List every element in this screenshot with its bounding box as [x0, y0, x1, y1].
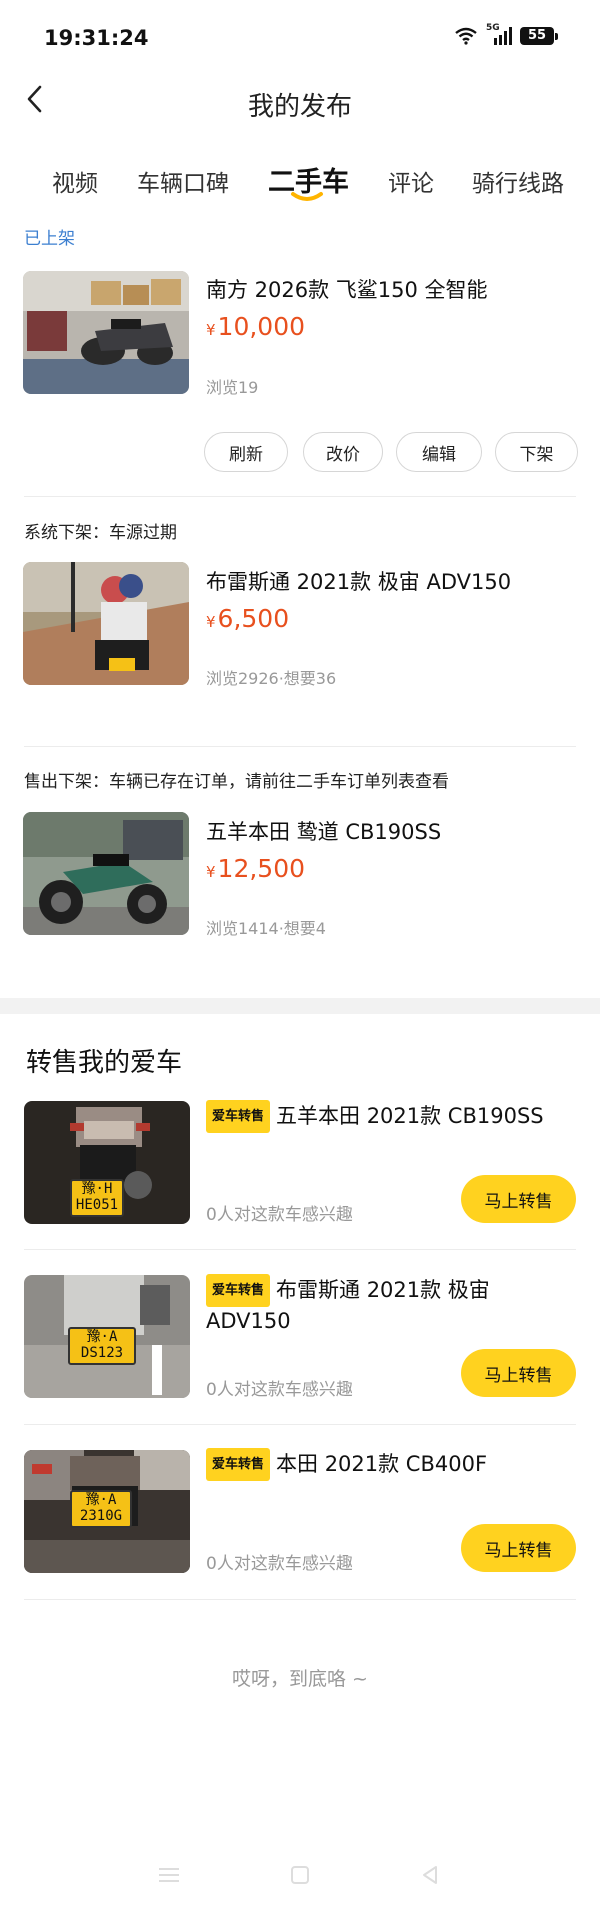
listing-thumbnail[interactable] — [23, 271, 189, 394]
page-title: 我的发布 — [247, 92, 352, 122]
battery-icon: 55 — [520, 27, 558, 45]
listing-thumbnail[interactable] — [23, 562, 189, 685]
plate-bottom: HE051 — [75, 1197, 119, 1213]
divider — [24, 1424, 576, 1425]
listing-title[interactable]: 五羊本田 鸷道 CB190SS — [206, 816, 441, 846]
license-plate: 豫·H HE051 — [70, 1179, 124, 1217]
tab-vehicle-reviews[interactable]: 车辆口碑 — [137, 164, 229, 198]
home-icon[interactable] — [290, 1865, 310, 1885]
currency-symbol: ¥ — [206, 613, 216, 631]
divider — [24, 746, 576, 747]
price-value: 10,000 — [217, 312, 306, 341]
menu-icon[interactable] — [158, 1866, 180, 1884]
divider — [24, 1599, 576, 1600]
listing-stats: 浏览1414·想要4 — [206, 919, 326, 938]
resale-heading: 转售我的爱车 — [26, 1048, 183, 1078]
resale-badge: 爱车转售 — [206, 1274, 271, 1307]
price-value: 6,500 — [217, 604, 290, 633]
resale-badge: 爱车转售 — [206, 1100, 271, 1133]
status-label-listed: 已上架 — [24, 229, 75, 249]
edit-button[interactable]: 编辑 — [396, 432, 482, 472]
resell-now-button[interactable]: 马上转售 — [461, 1349, 576, 1397]
status-label-system-delisted: 系统下架：车源过期 — [24, 523, 177, 543]
plate-bottom: DS123 — [80, 1345, 124, 1361]
license-plate: 豫·A 2310G — [70, 1490, 132, 1528]
resell-now-button[interactable]: 马上转售 — [461, 1524, 576, 1572]
wifi-icon — [455, 27, 477, 45]
active-tab-indicator — [291, 192, 323, 201]
change-price-button[interactable]: 改价 — [303, 432, 383, 472]
listing-price: ¥6,500 — [206, 604, 289, 633]
listing-title[interactable]: 南方 2026款 飞鲨150 全智能 — [206, 274, 488, 304]
listing-price: ¥10,000 — [206, 312, 305, 341]
signal-icon: 5G — [486, 23, 512, 46]
plate-top: 豫·H — [81, 1181, 113, 1197]
interest-count: 0人对这款车感兴趣 — [206, 1554, 353, 1574]
listing-stats: 浏览2926·想要36 — [206, 669, 337, 688]
resale-thumbnail[interactable]: 豫·A 2310G — [24, 1450, 190, 1573]
status-time: 19:31:24 — [44, 26, 149, 50]
tab-comments[interactable]: 评论 — [388, 164, 434, 198]
plate-top: 豫·A — [86, 1329, 118, 1345]
listing-title[interactable]: 布雷斯通 2021款 极宙 ADV150 — [206, 566, 511, 596]
status-label-sold-delisted: 售出下架：车辆已存在订单，请前往二手车订单列表查看 — [24, 772, 449, 792]
currency-symbol: ¥ — [206, 863, 216, 881]
divider — [24, 496, 576, 497]
plate-top: 豫·A — [85, 1492, 117, 1508]
resale-thumbnail[interactable]: 豫·A DS123 — [24, 1275, 190, 1398]
refresh-button[interactable]: 刷新 — [204, 432, 288, 472]
interest-count: 0人对这款车感兴趣 — [206, 1205, 353, 1225]
tab-videos[interactable]: 视频 — [52, 164, 98, 198]
resell-now-button[interactable]: 马上转售 — [461, 1175, 576, 1223]
section-separator — [0, 998, 600, 1014]
interest-count: 0人对这款车感兴趣 — [206, 1380, 353, 1400]
resale-title[interactable]: 爱车转售 本田 2021款 CB400F — [206, 1448, 576, 1481]
listing-thumbnail[interactable] — [23, 812, 189, 935]
resale-thumbnail[interactable]: 豫·H HE051 — [24, 1101, 190, 1224]
resale-title-text: 五羊本田 2021款 CB190SS — [276, 1104, 544, 1128]
tab-riding-routes[interactable]: 骑行线路 — [472, 164, 564, 198]
listing-stats: 浏览19 — [206, 378, 259, 397]
resale-badge: 爱车转售 — [206, 1448, 271, 1481]
listing-price: ¥12,500 — [206, 854, 305, 883]
plate-bottom: 2310G — [79, 1508, 123, 1524]
delist-button[interactable]: 下架 — [495, 432, 578, 472]
back-triangle-icon[interactable] — [420, 1865, 440, 1885]
license-plate: 豫·A DS123 — [68, 1327, 136, 1365]
resale-title[interactable]: 爱车转售 五羊本田 2021款 CB190SS — [206, 1100, 576, 1133]
resale-title[interactable]: 爱车转售 布雷斯通 2021款 极宙 ADV150 — [206, 1274, 506, 1336]
price-value: 12,500 — [217, 854, 306, 883]
currency-symbol: ¥ — [206, 321, 216, 339]
status-icons: 5G 55 — [454, 23, 558, 46]
end-of-list-text: 哎呀，到底咯 ~ — [232, 1668, 368, 1690]
resale-title-text: 本田 2021款 CB400F — [276, 1452, 488, 1476]
divider — [24, 1249, 576, 1250]
